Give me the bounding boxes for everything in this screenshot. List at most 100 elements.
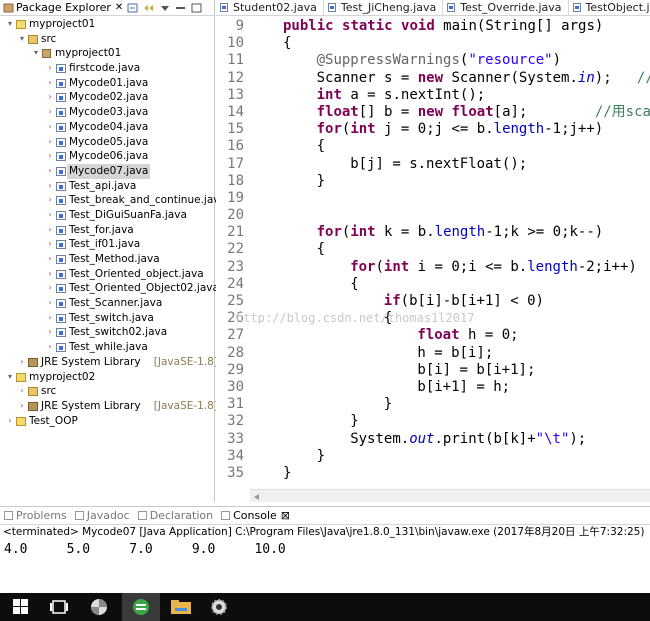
collapse-arrow-icon[interactable]: › (45, 267, 55, 282)
app-icon[interactable] (80, 593, 118, 621)
console-tab-console[interactable]: Console ⊠ (217, 509, 295, 522)
expand-arrow-icon[interactable]: ▾ (5, 17, 15, 32)
code-editor: Student02.java Test_JiCheng.java Test_Over… (216, 0, 650, 502)
tree-item[interactable]: › Mycode06.java (0, 149, 214, 164)
editor-tab[interactable]: Test_Override.java (443, 0, 569, 15)
tree-item[interactable]: › Test_Oriented_Object02.java (0, 281, 219, 296)
settings-icon[interactable] (200, 593, 238, 621)
expand-arrow-icon[interactable]: ▾ (31, 46, 41, 61)
tree-item[interactable]: ▾ src (0, 32, 214, 47)
proj-icon (16, 372, 26, 382)
tree-item[interactable]: › src (0, 384, 214, 399)
tree-item[interactable]: › Test_OOP (0, 414, 214, 429)
tree-item[interactable]: › Mycode07.java (0, 163, 214, 179)
tree-item[interactable]: › Test_api.java (0, 179, 214, 194)
code-line: 23 for(int i = 0;i <= b.length-2;i++) (216, 259, 650, 276)
console-output: 4.0 5.0 7.0 9.0 10.0 (4, 542, 286, 557)
collapse-arrow-icon[interactable]: › (45, 149, 55, 164)
collapse-arrow-icon[interactable]: › (45, 311, 55, 326)
collapse-arrow-icon[interactable]: › (45, 135, 55, 150)
link-with-editor-icon[interactable] (143, 3, 155, 13)
eclipse-icon[interactable] (122, 593, 160, 621)
package-explorer-tab[interactable]: Package Explorer ✕ (0, 0, 214, 16)
tree-item[interactable]: › Test_Scanner.java (0, 296, 214, 311)
windows-start-icon[interactable] (2, 593, 40, 621)
tree-item[interactable]: › Mycode02.java (0, 90, 214, 105)
tree-item-label: Test_Method.java (69, 253, 160, 265)
tree-item-label: JRE System Library (41, 399, 141, 412)
view-menu-icon[interactable] (159, 3, 171, 13)
console-tab-declaration[interactable]: Declaration (134, 509, 217, 522)
collapse-arrow-icon[interactable]: › (5, 414, 15, 429)
code-line: 24 { (216, 276, 650, 293)
collapse-arrow-icon[interactable]: › (45, 179, 55, 194)
collapse-arrow-icon[interactable]: › (17, 355, 27, 370)
collapse-arrow-icon[interactable]: › (45, 296, 55, 311)
java-icon (56, 210, 66, 220)
tree-item[interactable]: › Test_Oriented_object.java (0, 267, 214, 282)
editor-tab[interactable]: Test_JiCheng.java (324, 0, 444, 15)
code-line: 33 System.out.print(b[k]+"\t"); (216, 431, 650, 448)
close-icon[interactable]: ⊠ (281, 509, 290, 522)
collapse-arrow-icon[interactable]: › (45, 237, 55, 252)
tree-item[interactable]: › JRE System Library [JavaSE-1.8] (0, 399, 218, 414)
collapse-arrow-icon[interactable]: › (45, 164, 55, 179)
collapse-arrow-icon[interactable]: › (45, 120, 55, 135)
java-icon (56, 93, 66, 103)
console-tab-problems[interactable]: Problems (0, 509, 71, 522)
tree-item[interactable]: › Test_switch.java (0, 311, 214, 326)
expand-arrow-icon[interactable]: ▾ (17, 32, 27, 47)
task-view-icon[interactable] (40, 593, 78, 621)
collapse-arrow-icon[interactable]: › (45, 252, 55, 267)
tree-item[interactable]: › Test_for.java (0, 223, 214, 238)
tree-item-label: Test_Oriented_object.java (69, 267, 204, 280)
collapse-arrow-icon[interactable]: › (45, 76, 55, 91)
code-text: { (350, 275, 359, 292)
tree-item[interactable]: › Mycode04.java (0, 120, 214, 135)
editor-tab-label: Test_Override.java (460, 1, 562, 14)
horizontal-scrollbar[interactable] (250, 489, 650, 502)
collapse-arrow-icon[interactable]: › (45, 223, 55, 238)
tree-item[interactable]: › Test_break_and_continue.java (0, 193, 226, 208)
tree-item[interactable]: › Mycode03.java (0, 105, 214, 120)
collapse-all-icon[interactable] (127, 3, 139, 13)
collapse-arrow-icon[interactable]: › (45, 281, 55, 296)
tree-item[interactable]: › Test_switch02.java (0, 325, 214, 340)
expand-arrow-icon[interactable]: ▾ (5, 370, 15, 385)
collapse-arrow-icon[interactable]: › (45, 208, 55, 223)
minimize-icon[interactable] (175, 3, 187, 13)
collapse-arrow-icon[interactable]: › (45, 90, 55, 105)
tree-item[interactable]: › Test_if01.java (0, 237, 214, 252)
tree-item[interactable]: › Test_Method.java (0, 252, 214, 267)
tree-item[interactable]: › Test_DiGuiSuanFa.java (0, 208, 214, 223)
tree-item[interactable]: ▾ myproject02 (0, 370, 214, 385)
collapse-arrow-icon[interactable]: › (45, 105, 55, 120)
editor-tab-label: TestObject.java (585, 1, 650, 14)
tree-item[interactable]: › Mycode05.java (0, 135, 214, 150)
tree-item[interactable]: › firstcode.java (0, 61, 214, 76)
maximize-icon[interactable] (191, 3, 203, 13)
collapse-arrow-icon[interactable]: › (45, 193, 55, 208)
collapse-arrow-icon[interactable]: › (45, 325, 55, 340)
collapse-arrow-icon[interactable]: › (17, 384, 27, 399)
close-icon[interactable]: ✕ (115, 2, 123, 13)
collapse-arrow-icon[interactable]: › (45, 340, 55, 355)
collapse-arrow-icon[interactable]: › (17, 399, 27, 414)
tree-item[interactable]: ▾ myproject01 (0, 46, 214, 61)
code-line: 18} (216, 173, 650, 190)
code-area[interactable]: 9 public static void main(String[] args) 1… (216, 18, 650, 488)
package-explorer-icon (3, 3, 14, 13)
file-explorer-icon[interactable] (162, 593, 200, 621)
tree-item[interactable]: › Test_while.java (0, 340, 214, 355)
editor-tab[interactable]: TestObject.java (569, 0, 650, 15)
tree-item-label: Test_Scanner.java (69, 297, 163, 310)
editor-tab[interactable]: Student02.java (216, 0, 324, 15)
console-tab-javadoc[interactable]: Javadoc (71, 509, 134, 522)
tree-item[interactable]: › JRE System Library [JavaSE-1.8] (0, 355, 218, 370)
java-file-icon (327, 3, 336, 12)
tree-item[interactable]: ▾ myproject01 (0, 17, 214, 32)
collapse-arrow-icon[interactable]: › (45, 61, 55, 76)
tree-item[interactable]: › Mycode01.java (0, 76, 214, 91)
tree-item-label: Mycode06.java (69, 150, 149, 163)
tree-item-label: Test_Oriented_Object02.java (69, 282, 219, 295)
